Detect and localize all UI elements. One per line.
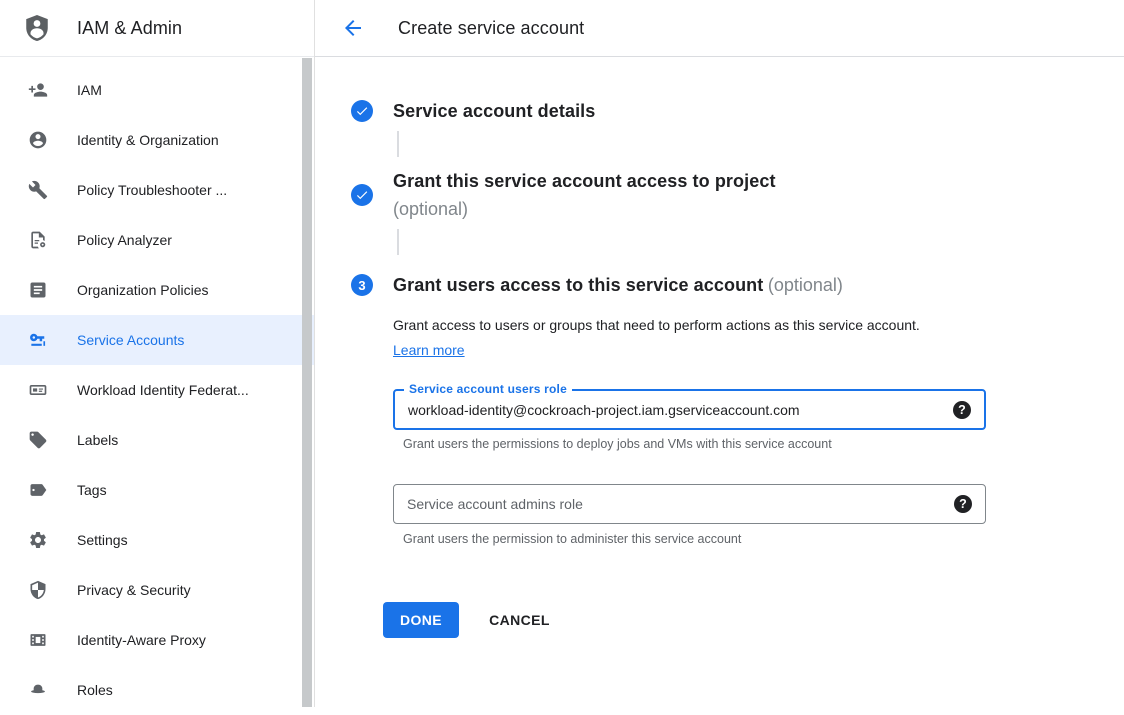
help-icon[interactable]: ?: [954, 495, 972, 513]
article-icon: [28, 280, 48, 300]
sidebar-item-label: Labels: [77, 432, 118, 448]
shield-half-icon: [28, 580, 48, 600]
sidebar-item-settings[interactable]: Settings: [0, 515, 314, 565]
step-3-description-text: Grant access to users or groups that nee…: [393, 317, 920, 333]
done-button[interactable]: DONE: [383, 602, 459, 638]
product-title: IAM & Admin: [77, 18, 182, 39]
sidebar-item-label: IAM: [77, 82, 102, 98]
sidebar-item-label: Identity-Aware Proxy: [77, 632, 206, 648]
sidebar-item-label: Organization Policies: [77, 282, 209, 298]
step-1-title: Service account details: [393, 101, 595, 121]
sidebar-item-label: Policy Analyzer: [77, 232, 172, 248]
back-arrow-icon[interactable]: [341, 16, 365, 40]
step-3-actions: DONE CANCEL: [383, 602, 1124, 638]
sidebar-item-roles[interactable]: Roles: [0, 665, 314, 715]
sidebar-item-label: Policy Troubleshooter ...: [77, 182, 227, 198]
learn-more-link[interactable]: Learn more: [393, 342, 465, 358]
step-3-number: 3: [358, 278, 365, 293]
stepper-connector: [397, 131, 399, 157]
step-3-number-badge[interactable]: 3: [351, 274, 373, 296]
iam-shield-logo-icon: [22, 13, 52, 43]
help-icon[interactable]: ?: [953, 401, 971, 419]
step-3-title: Grant users access to this service accou…: [393, 275, 763, 295]
users-role-helper-text: Grant users the permissions to deploy jo…: [403, 437, 986, 451]
step-3-description: Grant access to users or groups that nee…: [393, 313, 958, 363]
main-panel: Create service account Service account d…: [315, 0, 1124, 707]
sidebar-item-privacy-security[interactable]: Privacy & Security: [0, 565, 314, 615]
step-1-service-account-details[interactable]: Service account details: [351, 97, 1124, 125]
proxy-film-icon: [28, 630, 48, 650]
main-header: Create service account: [315, 0, 1124, 57]
sidebar-item-tags[interactable]: Tags: [0, 465, 314, 515]
sidebar-item-label: Roles: [77, 682, 113, 698]
page-title: Create service account: [398, 18, 584, 39]
sidebar-item-label: Workload Identity Federat...: [77, 382, 249, 398]
sidebar-item-policy-analyzer[interactable]: Policy Analyzer: [0, 215, 314, 265]
account-circle-icon: [28, 130, 48, 150]
service-account-key-icon: [28, 330, 48, 350]
tag-arrow-icon: [28, 480, 48, 500]
admins-role-input[interactable]: [394, 485, 954, 523]
service-account-users-role-field: Service account users role ?: [393, 389, 986, 430]
users-role-input[interactable]: [395, 391, 953, 428]
step-3-grant-users-access[interactable]: 3 Grant users access to this service acc…: [351, 271, 1124, 299]
step-2-grant-access-to-project[interactable]: Grant this service account access to pro…: [351, 167, 1124, 223]
users-role-floating-label: Service account users role: [404, 382, 572, 396]
step-3-optional-label: (optional): [768, 275, 843, 295]
service-account-admins-role-field: ?: [393, 484, 986, 524]
sidebar-item-label: Settings: [77, 532, 128, 548]
sidebar-item-label: Service Accounts: [77, 332, 184, 348]
sidebar-item-identity-organization[interactable]: Identity & Organization: [0, 115, 314, 165]
sidebar-item-workload-identity-federation[interactable]: Workload Identity Federat...: [0, 365, 314, 415]
admins-role-helper-text: Grant users the permission to administer…: [403, 532, 986, 546]
sidebar-nav: IAM Identity & Organization Policy Troub…: [0, 57, 314, 715]
badge-card-icon: [28, 380, 48, 400]
sidebar-scrollbar[interactable]: [302, 58, 312, 707]
policy-analyzer-icon: [28, 230, 48, 250]
step-2-title: Grant this service account access to pro…: [393, 167, 776, 195]
sidebar-item-policy-troubleshooter[interactable]: Policy Troubleshooter ...: [0, 165, 314, 215]
gear-icon: [28, 530, 48, 550]
sidebar-item-service-accounts[interactable]: Service Accounts: [0, 315, 314, 365]
sidebar-item-label: Privacy & Security: [77, 582, 191, 598]
step-2-optional-label: (optional): [393, 195, 776, 223]
cancel-button[interactable]: CANCEL: [489, 612, 550, 628]
label-tag-icon: [28, 430, 48, 450]
sidebar-header: IAM & Admin: [0, 0, 314, 57]
sidebar-item-iam[interactable]: IAM: [0, 65, 314, 115]
hat-icon: [28, 680, 48, 700]
sidebar-item-labels[interactable]: Labels: [0, 415, 314, 465]
person-add-icon: [28, 80, 48, 100]
wrench-icon: [28, 180, 48, 200]
step-3-body: Grant access to users or groups that nee…: [393, 313, 986, 546]
sidebar-item-label: Tags: [77, 482, 107, 498]
step-1-completed-check-icon[interactable]: [351, 100, 373, 122]
sidebar-item-label: Identity & Organization: [77, 132, 219, 148]
sidebar-item-organization-policies[interactable]: Organization Policies: [0, 265, 314, 315]
step-2-completed-check-icon[interactable]: [351, 184, 373, 206]
stepper-connector: [397, 229, 399, 255]
sidebar-item-identity-aware-proxy[interactable]: Identity-Aware Proxy: [0, 615, 314, 665]
sidebar: IAM & Admin IAM Identity & Organization …: [0, 0, 315, 707]
create-service-account-stepper: Service account details Grant this servi…: [315, 97, 1124, 638]
